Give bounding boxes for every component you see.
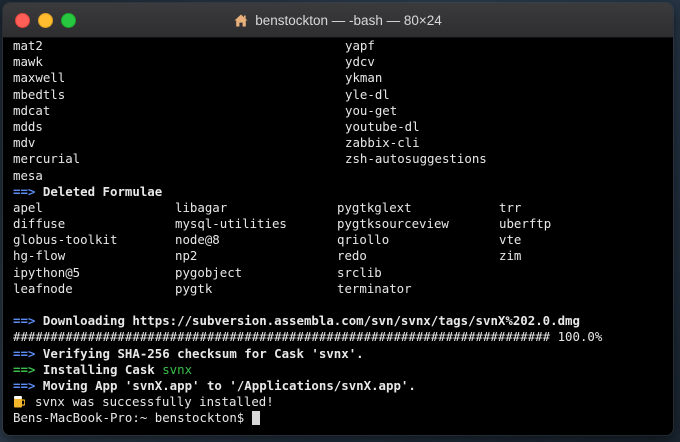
header-text: Deleted Formulae [42,183,163,199]
formula-name: apel [13,199,43,215]
formula-name: diffuse [13,216,66,232]
success-line: svnx was successfully installed! [13,394,669,410]
list-item: maxwell ykman [13,70,669,86]
formula-name: trr [499,199,522,215]
formula-name: hg-flow [13,248,66,264]
verify-text: Verifying SHA-256 checksum for Cask 'svn… [42,345,364,361]
progress-line: ########################################… [13,329,603,345]
text-cursor [251,411,260,426]
formula-name: pygtkglext [337,199,412,215]
formula-name: pygtksourceview [337,216,449,232]
list-item: globus-toolkit node@8 qriollo vte [13,232,669,248]
list-item: mdv zabbix-cli [13,135,669,151]
formula-name: globus-toolkit [13,232,118,248]
formula-name: uberftp [499,216,552,232]
list-item: mawk ydcv [13,54,669,70]
beer-mug-icon [13,395,26,408]
cask-name: svnx [162,361,193,377]
formula-name: np2 [175,248,198,264]
arrow-marker: ==> [13,361,36,377]
formula-name: yapf [345,38,375,53]
formula-name: mesa [13,167,43,183]
list-item: mdcat you-get [13,103,669,119]
formula-name: yle-dl [345,86,390,102]
list-item: apel libagar pygtkglext trr [13,200,669,216]
formula-name: redo [337,248,367,264]
list-item: mbedtls yle-dl [13,87,669,103]
install-line: ==> Installing Cask svnx [13,362,669,378]
formulae-list: mat2 yapf mawk ydcv maxwell ykman mbedtls yl… [13,38,669,184]
deleted-formulae-header: ==> Deleted Formulae [13,184,669,200]
window-title-text: benstockton — -bash — 80×24 [255,12,442,28]
formula-name: youtube-dl [345,118,420,134]
formula-name: leafnode [13,280,73,296]
list-item: mdds youtube-dl [13,119,669,135]
formula-name: ipython@5 [13,264,81,280]
formula-name: pygtk [175,280,213,296]
formula-name: pygobject [175,264,243,280]
home-icon [234,14,248,27]
download-text: Downloading https://subversion.assembla.… [42,313,580,329]
terminal-window: benstockton — -bash — 80×24 mat2 yapf maw… [3,3,673,435]
formula-name: maxwell [13,70,66,86]
list-item: diffuse mysql-utilities pygtksourceview ube… [13,216,669,232]
formula-name: vte [499,232,522,248]
formula-name: qriollo [337,232,390,248]
success-text: svnx was successfully installed! [35,394,274,410]
verify-line: ==> Verifying SHA-256 checksum for Cask … [13,346,669,362]
list-item: mercurial zsh-autosuggestions [13,151,669,167]
formula-name: zim [499,248,522,264]
install-text: Installing Cask [42,361,163,377]
list-item: leafnode pygtk terminator [13,281,669,297]
formula-name: libagar [175,199,228,215]
arrow-marker: ==> [13,313,36,329]
terminal-output[interactable]: mat2 yapf mawk ydcv maxwell ykman mbedtls yl… [13,37,669,435]
formula-name: mysql-utilities [175,216,287,232]
formula-name: mbedtls [13,86,66,102]
formula-name: zabbix-cli [345,135,420,151]
window-title: benstockton — -bash — 80×24 [3,3,673,37]
download-line: ==> Downloading https://subversion.assem… [13,313,669,329]
formula-name: mat2 [13,38,43,53]
formula-name: node@8 [175,232,220,248]
formula-name: srclib [337,264,382,280]
arrow-marker: ==> [13,345,36,361]
formula-name: mdv [13,135,36,151]
formula-name: ydcv [345,54,375,70]
list-item: ipython@5 pygobject srclib [13,265,669,281]
formula-name: mawk [13,54,43,70]
list-item: hg-flow np2 redo zim [13,248,669,264]
arrow-marker: ==> [13,377,36,393]
formula-name: mdds [13,118,43,134]
formula-name: mercurial [13,151,81,167]
list-item: mat2 yapf [13,38,669,54]
formula-name: zsh-autosuggestions [345,151,487,167]
title-bar[interactable]: benstockton — -bash — 80×24 [3,3,673,38]
move-line: ==> Moving App 'svnX.app' to '/Applicati… [13,378,669,394]
prompt-line[interactable]: Bens-MacBook-Pro:~ benstockton$ [13,410,669,426]
arrow-marker: ==> [13,183,36,199]
formula-name: terminator [337,280,412,296]
deleted-formulae-list: apel libagar pygtkglext trr diffuse mysql-ut… [13,200,669,297]
list-item: mesa [13,168,669,184]
formula-name: ykman [345,70,383,86]
shell-prompt: Bens-MacBook-Pro:~ benstockton$ [13,410,252,426]
move-text: Moving App 'svnX.app' to '/Applications/… [42,377,416,393]
formula-name: you-get [345,102,398,118]
formula-name: mdcat [13,102,51,118]
